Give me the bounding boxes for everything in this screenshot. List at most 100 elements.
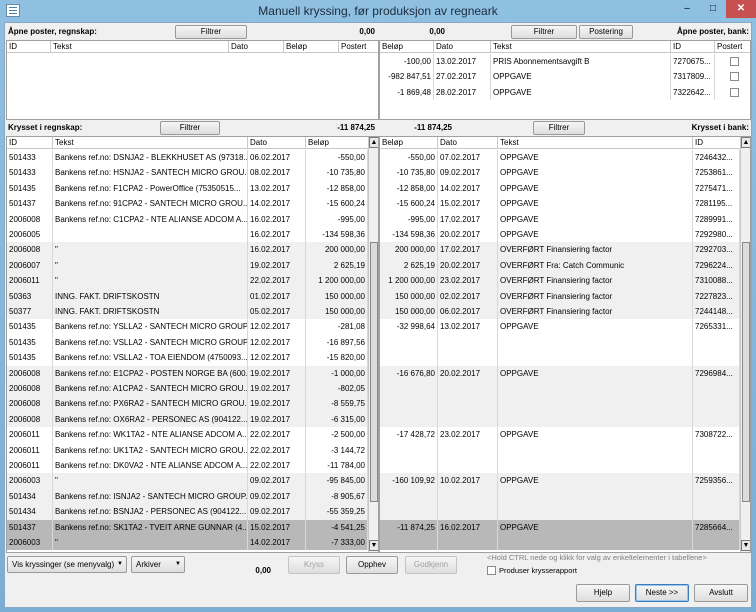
table-row[interactable]: 2006008 Bankens ref.no: E1CPA2 - POSTEN N… xyxy=(7,365,368,381)
table-row[interactable]: 2006011 " 22.02.2017 1 200 000,00 xyxy=(7,273,368,289)
table-row[interactable]: -982 847,51 27.02.2017 OPPGAVE 7317809... xyxy=(380,69,750,85)
table-row[interactable]: 2006008 Bankens ref.no: C1CPA2 - NTE ALIA… xyxy=(7,211,368,227)
column-header-text[interactable]: Tekst xyxy=(498,137,693,149)
matched-accounting-table[interactable]: ID Tekst Dato Beløp 501433 Bankens ref.no… xyxy=(6,136,379,553)
table-row[interactable]: 501434 Bankens ref.no: ISNJA2 - SANTECH M… xyxy=(7,488,368,505)
help-button[interactable]: Hjelp xyxy=(576,584,630,602)
column-header-text[interactable]: Tekst xyxy=(491,41,671,53)
title-bar[interactable]: Manuell kryssing, før produksjon av regn… xyxy=(0,0,756,22)
table-row[interactable]: -1 869,48 28.02.2017 OPPGAVE 7322642... xyxy=(380,84,750,101)
left-table-scrollbar[interactable]: ▲ ▼ xyxy=(368,137,378,552)
archive-dropdown[interactable]: Arkiver ▼ xyxy=(131,556,185,573)
table-row[interactable]: 2006003 " 09.02.2017 -95 845,00 xyxy=(7,473,368,489)
table-row[interactable]: 50363 INNG. FAKT. DRIFTSKOSTN 01.02.2017 15… xyxy=(7,288,368,304)
table-row[interactable]: 1 200 000,00 23.02.2017 OVERFØRT Finansier… xyxy=(380,273,740,289)
table-row[interactable]: 2006011 Bankens ref.no: WK1TA2 - NTE ALIA… xyxy=(7,427,368,443)
table-row[interactable]: -995,00 17.02.2017 OPPGAVE 7289991... xyxy=(380,211,740,227)
table-row[interactable]: -100,00 13.02.2017 PRIS Abonnementsavgift … xyxy=(380,54,750,70)
table-row[interactable]: 501433 Bankens ref.no: DSNJA2 - BLEKKHUSE… xyxy=(7,150,368,166)
column-header-id[interactable]: ID xyxy=(7,41,51,53)
close-button[interactable]: ✕ xyxy=(726,0,756,18)
unmatch-button[interactable]: Opphev xyxy=(346,556,398,574)
posting-button[interactable]: Postering xyxy=(579,25,633,39)
table-row[interactable]: 2006011 Bankens ref.no: DK0VA2 - NTE ALIA… xyxy=(7,458,368,474)
table-row[interactable]: 150 000,00 02.02.2017 OVERFØRT Finansierin… xyxy=(380,288,740,304)
column-header-date[interactable]: Dato xyxy=(438,137,498,149)
table-row[interactable]: 50377 INNG. FAKT. DRIFTSKOSTN 05.02.2017 15… xyxy=(7,304,368,320)
posted-checkbox[interactable] xyxy=(730,57,739,66)
report-checkbox[interactable] xyxy=(487,566,496,575)
minimize-button[interactable]: – xyxy=(674,0,700,18)
column-header-amount[interactable]: Beløp xyxy=(284,41,339,53)
table-row[interactable]: -32 998,64 13.02.2017 OPPGAVE 7265331... xyxy=(380,319,740,335)
table-row[interactable]: 501435 Bankens ref.no: VSLLA2 - TOA EIEND… xyxy=(7,350,368,366)
column-header-posted[interactable]: Postert xyxy=(715,41,750,53)
table-row[interactable]: 501433 Bankens ref.no: HSNJA2 - SANTECH M… xyxy=(7,165,368,181)
filter-open-bank-button[interactable]: Filtrer xyxy=(511,25,577,39)
table-row[interactable]: 2006011 Bankens ref.no: UK1TA2 - SANTECH … xyxy=(7,442,368,458)
column-header-amount[interactable]: Beløp xyxy=(380,41,434,53)
table-row[interactable]: 501435 Bankens ref.no: F1CPA2 - PowerOffi… xyxy=(7,180,368,197)
scroll-thumb[interactable] xyxy=(742,242,750,502)
table-row[interactable]: 2006007 " 19.02.2017 2 625,19 xyxy=(7,257,368,274)
table-row[interactable] xyxy=(380,535,740,551)
table-row[interactable] xyxy=(380,334,740,351)
table-row[interactable] xyxy=(380,396,740,412)
table-row[interactable] xyxy=(380,381,740,397)
table-row[interactable] xyxy=(380,458,740,474)
filter-matched-accounting-button[interactable]: Filtrer xyxy=(160,121,220,135)
table-row[interactable]: 2006008 Bankens ref.no: PX6RA2 - SANTECH … xyxy=(7,396,368,412)
open-bank-table[interactable]: Beløp Dato Tekst ID Postert -100,00 13.02… xyxy=(379,40,751,120)
scroll-down-icon[interactable]: ▼ xyxy=(369,540,378,551)
scroll-down-icon[interactable]: ▼ xyxy=(741,540,750,551)
filter-open-accounting-button[interactable]: Filtrer xyxy=(175,25,247,39)
table-row[interactable]: -550,00 07.02.2017 OPPGAVE 7246432... xyxy=(380,150,740,166)
maximize-button[interactable]: □ xyxy=(700,0,726,18)
table-row[interactable]: 150 000,00 06.02.2017 OVERFØRT Finansierin… xyxy=(380,304,740,320)
table-row[interactable]: -16 676,80 20.02.2017 OPPGAVE 7296984... xyxy=(380,365,740,381)
scroll-up-icon[interactable]: ▲ xyxy=(741,137,750,148)
match-button[interactable]: Kryss xyxy=(288,556,340,574)
approve-button[interactable]: Godkjenn xyxy=(405,556,457,574)
column-header-text[interactable]: Tekst xyxy=(51,41,229,53)
table-row[interactable] xyxy=(380,488,740,505)
table-row[interactable]: 2006008 Bankens ref.no: OX6RA2 - PERSONEC… xyxy=(7,411,368,428)
column-header-date[interactable]: Dato xyxy=(248,137,306,149)
exit-button[interactable]: Avslutt xyxy=(694,584,748,602)
column-header-posted[interactable]: Postert xyxy=(339,41,378,53)
table-row[interactable]: -10 735,80 09.02.2017 OPPGAVE 7253861... xyxy=(380,165,740,181)
column-header-id[interactable]: ID xyxy=(671,41,715,53)
table-row[interactable]: 2006005 16.02.2017 -134 598,36 xyxy=(7,227,368,243)
table-row[interactable]: 2006003 " 14.02.2017 -7 333,00 xyxy=(7,535,368,551)
table-row[interactable] xyxy=(380,411,740,428)
table-row[interactable]: -12 858,00 14.02.2017 OPPGAVE 7275471... xyxy=(380,180,740,197)
table-row[interactable]: 2 625,19 20.02.2017 OVERFØRT Fra: Catch Co… xyxy=(380,257,740,274)
table-row[interactable]: -15 600,24 15.02.2017 OPPGAVE 7281195... xyxy=(380,196,740,212)
matched-bank-table[interactable]: Beløp Dato Tekst ID -550,00 07.02.2017 OPP… xyxy=(379,136,751,553)
table-row[interactable]: -11 874,25 16.02.2017 OPPGAVE 7285664... xyxy=(380,519,740,535)
filter-matched-bank-button[interactable]: Filtrer xyxy=(533,121,585,135)
right-table-scrollbar[interactable]: ▲ ▼ xyxy=(740,137,750,552)
table-row[interactable]: 200 000,00 17.02.2017 OVERFØRT Finansierin… xyxy=(380,242,740,258)
table-row[interactable]: 2006008 " 16.02.2017 200 000,00 xyxy=(7,242,368,258)
table-row[interactable]: 501434 Bankens ref.no: BSNJA2 - PERSONEC … xyxy=(7,504,368,520)
table-row[interactable] xyxy=(380,504,740,520)
view-matches-dropdown[interactable]: Vis kryssinger (se menyvalg) ▼ xyxy=(7,556,127,573)
table-row[interactable] xyxy=(380,442,740,458)
table-row[interactable]: -160 109,92 10.02.2017 OPPGAVE 7259356... xyxy=(380,473,740,489)
posted-checkbox[interactable] xyxy=(730,72,739,82)
scroll-up-icon[interactable]: ▲ xyxy=(369,137,378,148)
table-row[interactable]: 501437 Bankens ref.no: SK1TA2 - TVEIT ARN… xyxy=(7,519,368,535)
column-header-date[interactable]: Dato xyxy=(229,41,284,53)
table-row[interactable]: 501435 Bankens ref.no: YSLLA2 - SANTECH M… xyxy=(7,319,368,335)
column-header-text[interactable]: Tekst xyxy=(53,137,248,149)
open-accounting-table[interactable]: ID Tekst Dato Beløp Postert xyxy=(6,40,379,120)
column-header-amount[interactable]: Beløp xyxy=(306,137,369,149)
column-header-id[interactable]: ID xyxy=(693,137,741,149)
table-row[interactable]: 2006008 Bankens ref.no: A1CPA2 - SANTECH … xyxy=(7,381,368,397)
table-row[interactable]: 501435 Bankens ref.no: VSLLA2 - SANTECH M… xyxy=(7,334,368,351)
table-row[interactable]: -17 428,72 23.02.2017 OPPGAVE 7308722... xyxy=(380,427,740,443)
table-row[interactable]: -134 598,36 20.02.2017 OPPGAVE 7292980... xyxy=(380,227,740,243)
column-header-id[interactable]: ID xyxy=(7,137,53,149)
column-header-date[interactable]: Dato xyxy=(434,41,491,53)
